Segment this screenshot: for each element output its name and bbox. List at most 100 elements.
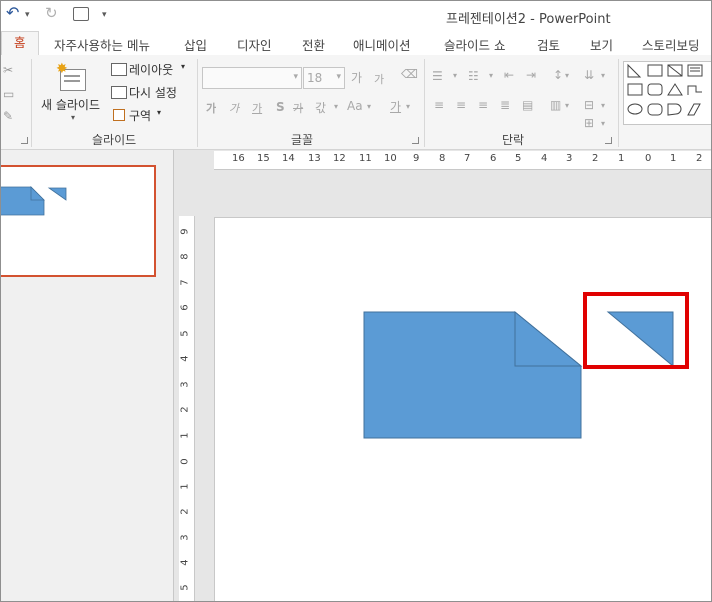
triangle-shape[interactable]	[606, 311, 674, 368]
tab-slideshow[interactable]: 슬라이드 쇼	[444, 35, 505, 54]
font-size-value: 18	[307, 71, 323, 85]
line-spacing-icon[interactable]: ↕	[553, 68, 563, 82]
h-tick: 4	[541, 153, 548, 164]
tab-design[interactable]: 디자인	[237, 35, 272, 54]
h-tick: 1	[618, 153, 625, 164]
window-title: 프레젠테이션2 - PowerPoint	[446, 12, 611, 27]
tab-home[interactable]: 홈	[1, 31, 39, 56]
redo-icon[interactable]: ↻	[45, 4, 58, 22]
align-left-icon[interactable]: ≡	[434, 98, 444, 112]
v-tick: 8	[179, 253, 191, 260]
new-slide-dropdown-icon[interactable]: ▾	[71, 113, 75, 122]
v-tick: 4	[179, 355, 191, 362]
shadow-button[interactable]: S	[276, 100, 285, 114]
title-bar: ↶ ▾ ↻ ▾ 프레젠테이션2 - PowerPoint	[1, 1, 711, 31]
line-spacing-dropdown-icon[interactable]: ▾	[565, 71, 569, 80]
slide-shapes	[363, 292, 689, 439]
font-size-combo[interactable]: 18 ▾	[303, 67, 345, 89]
font-group-label: 글꼴	[291, 133, 314, 147]
font-name-dropdown-icon[interactable]: ▾	[293, 72, 298, 82]
shrink-font-button[interactable]: 가	[374, 71, 384, 87]
reset-button[interactable]: 다시 설정	[129, 84, 177, 101]
undo-icon[interactable]: ↶	[6, 3, 19, 22]
format-painter-icon[interactable]: ✎	[3, 109, 13, 123]
character-spacing-button[interactable]: 갃	[315, 99, 326, 116]
layout-button[interactable]: 레이아웃	[129, 61, 173, 78]
tab-insert[interactable]: 삽입	[184, 35, 207, 54]
tab-favorites[interactable]: 자주사용하는 메뉴	[54, 35, 150, 54]
copy-icon[interactable]: ▭	[3, 87, 14, 101]
font-launcher-icon[interactable]	[412, 137, 419, 144]
h-tick: 3	[566, 153, 573, 164]
justify-icon[interactable]: ≣	[500, 98, 510, 112]
font-color-dropdown-icon[interactable]: ▾	[406, 102, 410, 111]
h-tick: 15	[257, 153, 270, 164]
v-tick: 1	[179, 483, 191, 490]
align-text-icon[interactable]: ⊟	[584, 98, 594, 112]
columns-dropdown-icon[interactable]: ▾	[565, 101, 569, 110]
strikethrough-button[interactable]: 가	[293, 100, 303, 116]
separator	[197, 59, 198, 147]
paragraph-launcher-icon[interactable]	[605, 137, 612, 144]
clipboard-launcher-icon[interactable]	[21, 137, 28, 144]
columns-icon[interactable]: ▥	[550, 98, 561, 112]
clear-formatting-icon[interactable]: ⌫	[401, 67, 418, 81]
change-case-button[interactable]: Aa	[347, 99, 363, 113]
font-size-dropdown-icon[interactable]: ▾	[336, 72, 341, 82]
shapes-gallery[interactable]	[623, 61, 711, 125]
align-center-icon[interactable]: ≡	[456, 98, 466, 112]
smartart-icon[interactable]: ⊞	[584, 116, 594, 130]
customize-qat-icon[interactable]: ▾	[102, 10, 107, 20]
cut-icon[interactable]: ✂	[3, 63, 13, 77]
folded-corner-fold[interactable]	[514, 310, 583, 367]
slide-canvas[interactable]	[214, 217, 711, 601]
h-tick: 2	[592, 153, 599, 164]
font-color-button[interactable]: 가	[390, 98, 401, 115]
character-spacing-dropdown-icon[interactable]: ▾	[334, 102, 338, 111]
v-tick: 7	[179, 279, 191, 286]
distributed-icon[interactable]: ▤	[522, 98, 533, 112]
h-tick: 5	[515, 153, 522, 164]
bullets-icon[interactable]: ☰	[432, 69, 443, 83]
align-right-icon[interactable]: ≡	[478, 98, 488, 112]
new-slide-button[interactable]: 새 슬라이드	[41, 96, 100, 113]
section-dropdown-icon[interactable]: ▾	[157, 108, 161, 117]
v-tick: 6	[179, 304, 191, 311]
numbering-icon[interactable]: ☷	[468, 69, 479, 83]
v-tick: 5	[179, 330, 191, 337]
new-slide-icon[interactable]: ✸	[56, 61, 86, 91]
underline-button[interactable]: 가	[252, 100, 262, 116]
text-direction-icon[interactable]: ⇊	[584, 68, 594, 82]
h-tick: 6	[490, 153, 497, 164]
tab-view[interactable]: 보기	[590, 35, 613, 54]
layout-dropdown-icon[interactable]: ▾	[181, 62, 185, 71]
h-tick: 16	[232, 153, 245, 164]
h-tick: 7	[464, 153, 471, 164]
slide-thumbnail-1[interactable]	[1, 165, 156, 277]
text-direction-dropdown-icon[interactable]: ▾	[601, 71, 605, 80]
slideshow-from-start-icon[interactable]	[73, 7, 89, 21]
bold-button[interactable]: 가	[206, 100, 216, 116]
decrease-indent-icon[interactable]: ⇤	[504, 68, 514, 82]
numbering-dropdown-icon[interactable]: ▾	[489, 71, 493, 80]
tab-review[interactable]: 검토	[537, 35, 560, 54]
separator	[31, 59, 32, 147]
bullets-dropdown-icon[interactable]: ▾	[453, 71, 457, 80]
change-case-dropdown-icon[interactable]: ▾	[367, 102, 371, 111]
v-tick: 1	[179, 432, 191, 439]
grow-font-button[interactable]: 가	[351, 69, 362, 86]
tab-animations[interactable]: 애니메이션	[353, 35, 411, 54]
undo-dropdown-icon[interactable]: ▾	[25, 10, 30, 20]
align-text-dropdown-icon[interactable]: ▾	[601, 101, 605, 110]
section-button[interactable]: 구역	[129, 107, 151, 124]
font-name-combo[interactable]: ▾	[202, 67, 302, 89]
italic-button[interactable]: 가	[229, 100, 239, 116]
folded-corner-shape[interactable]	[363, 311, 582, 439]
thumbnail-shapes	[1, 186, 67, 216]
increase-indent-icon[interactable]: ⇥	[526, 68, 536, 82]
tab-transitions[interactable]: 전환	[302, 35, 325, 54]
smartart-dropdown-icon[interactable]: ▾	[601, 119, 605, 128]
v-tick: 0	[179, 458, 191, 465]
tab-storyboarding[interactable]: 스토리보딩	[642, 35, 700, 54]
v-tick: 9	[179, 228, 191, 235]
